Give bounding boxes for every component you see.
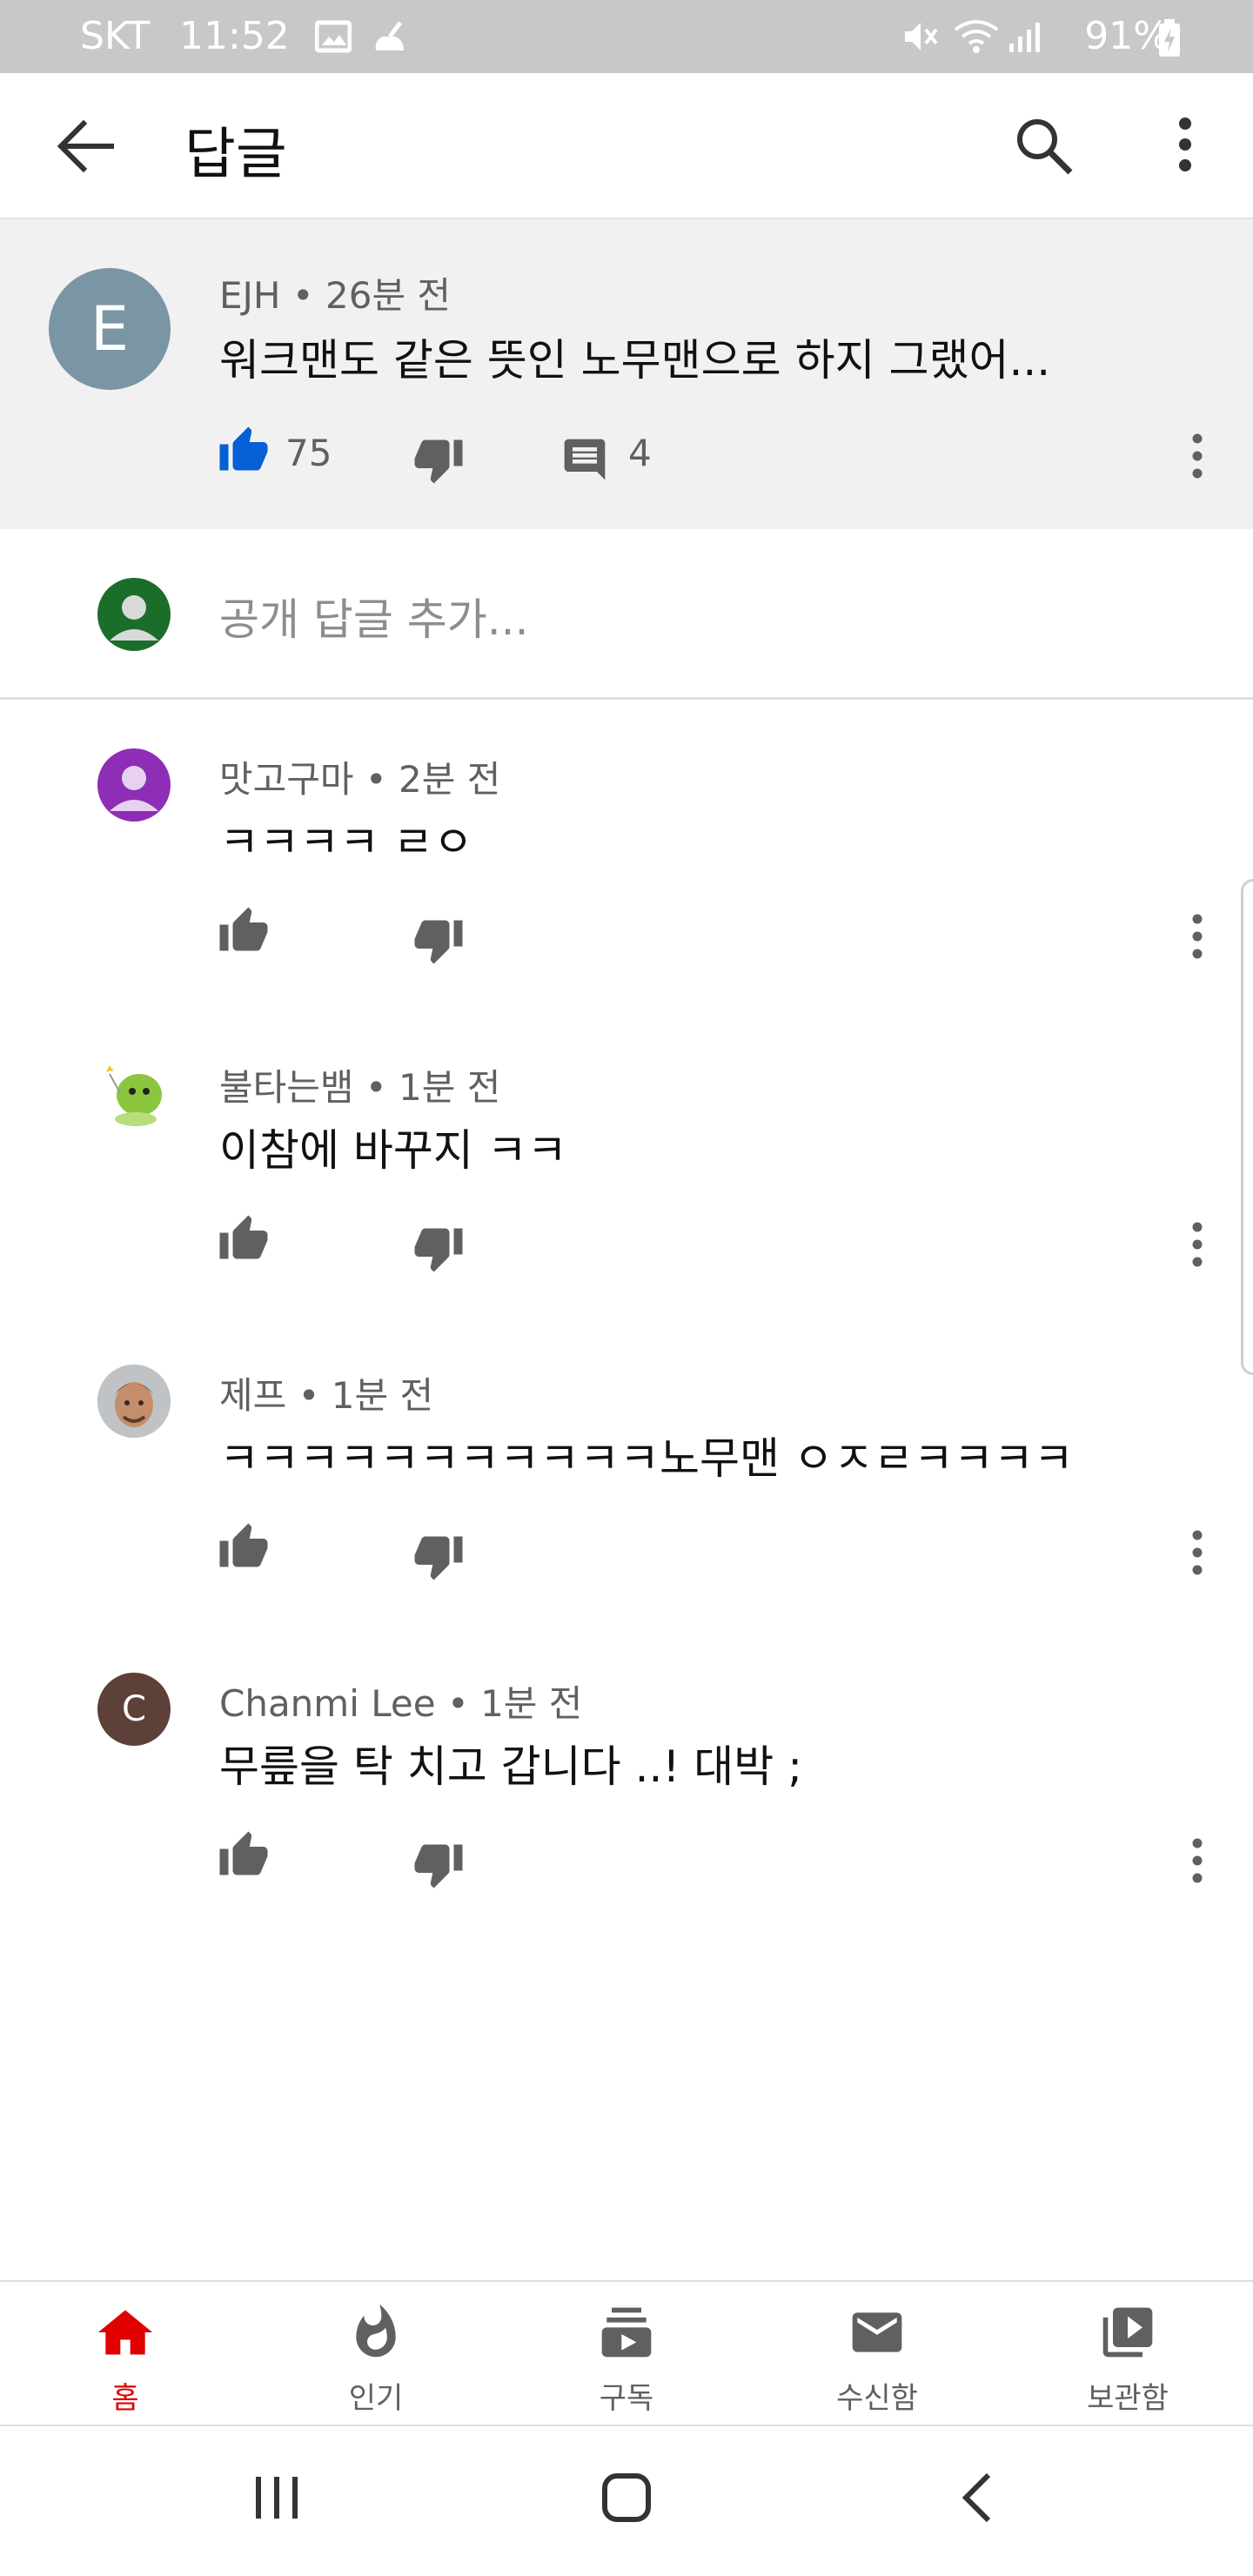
add-reply-row: 공개 답글 추가... bbox=[0, 529, 1253, 700]
cleaner-icon bbox=[375, 21, 404, 50]
nav-home[interactable]: 홈 bbox=[0, 2282, 251, 2428]
parent-comment: E EJH • 26분 전 워크맨도 같은 뜻인 노무맨으로 하지 그랬어...… bbox=[0, 219, 1253, 529]
comment-more-icon[interactable] bbox=[1180, 428, 1215, 484]
default-user-icon bbox=[110, 766, 158, 811]
author-name[interactable]: EJH bbox=[219, 274, 281, 317]
nav-label: 홈 bbox=[111, 2381, 139, 2416]
avatar[interactable] bbox=[97, 748, 171, 822]
scrollbar[interactable] bbox=[1241, 879, 1253, 1375]
carrier-label: SKT bbox=[80, 14, 151, 58]
status-time: 11:52 bbox=[179, 14, 290, 58]
green-cartoon-avatar-icon bbox=[106, 1065, 162, 1126]
dislike-icon[interactable] bbox=[412, 1222, 465, 1274]
my-avatar bbox=[97, 578, 171, 651]
comment-text: ㅋㅋㅋㅋㅋㅋㅋㅋㅋㅋㅋ노무맨 ㅇㅈㄹㅋㅋㅋㅋ bbox=[219, 1433, 1074, 1484]
list-item: 제프 • 1분 전 ㅋㅋㅋㅋㅋㅋㅋㅋㅋㅋㅋ노무맨 ㅇㅈㄹㅋㅋㅋㅋ bbox=[0, 1316, 1253, 1624]
recent-apps-icon[interactable] bbox=[252, 2472, 301, 2524]
gallery-icon bbox=[315, 20, 352, 53]
subscriptions-icon bbox=[601, 2307, 652, 2358]
comment-meta: 불타는뱀 • 1분 전 bbox=[219, 1058, 500, 1111]
like-icon[interactable] bbox=[218, 1829, 270, 1882]
comment-text: 워크맨도 같은 뜻인 노무맨으로 하지 그랬어... bbox=[219, 335, 1051, 386]
nav-library[interactable]: 보관함 bbox=[1002, 2282, 1253, 2428]
meta-separator: • bbox=[291, 274, 325, 317]
comment-time: 1분 전 bbox=[331, 1374, 434, 1417]
comment-text: ㅋㅋㅋㅋ ㄹㅇ bbox=[219, 817, 473, 868]
author-name[interactable]: 제프 bbox=[219, 1374, 286, 1417]
battery-charging-icon bbox=[1159, 19, 1180, 57]
meta-separator: • bbox=[446, 1682, 481, 1725]
nav-inbox[interactable]: 수신함 bbox=[752, 2282, 1002, 2428]
back-arrow-icon[interactable] bbox=[56, 118, 115, 174]
avatar[interactable]: C bbox=[97, 1673, 171, 1746]
nav-trending[interactable]: 인기 bbox=[251, 2282, 501, 2428]
nav-label: 수신함 bbox=[836, 2381, 918, 2416]
reply-input[interactable]: 공개 답글 추가... bbox=[219, 585, 528, 647]
comment-more-icon[interactable] bbox=[1180, 909, 1215, 964]
comment-meta: EJH • 26분 전 bbox=[219, 266, 451, 319]
avatar[interactable] bbox=[97, 1365, 171, 1438]
comment-more-icon[interactable] bbox=[1180, 1217, 1215, 1272]
nav-label: 인기 bbox=[348, 2381, 404, 2416]
inbox-icon bbox=[852, 2312, 902, 2352]
wifi-icon bbox=[954, 20, 999, 53]
nav-subscriptions[interactable]: 구독 bbox=[501, 2282, 752, 2428]
system-back-icon[interactable] bbox=[957, 2472, 995, 2524]
comment-meta: Chanmi Lee • 1분 전 bbox=[219, 1674, 582, 1727]
list-item: 맛고구마 • 2분 전 ㅋㅋㅋㅋ ㄹㅇ bbox=[0, 700, 1253, 1008]
more-vert-icon[interactable] bbox=[1166, 113, 1204, 176]
home-button-icon[interactable] bbox=[600, 2472, 653, 2524]
author-name[interactable]: Chanmi Lee bbox=[219, 1682, 436, 1725]
like-icon[interactable] bbox=[218, 1213, 270, 1265]
like-filled-icon[interactable] bbox=[218, 425, 270, 477]
comment-time: 26분 전 bbox=[325, 274, 452, 317]
comment-more-icon[interactable] bbox=[1180, 1525, 1215, 1580]
app-bar: 답글 bbox=[0, 73, 1253, 219]
nav-label: 구독 bbox=[599, 2381, 654, 2416]
list-item: C Chanmi Lee • 1분 전 무릎을 탁 치고 갑니다 ..! 대박 … bbox=[0, 1624, 1253, 1932]
list-item: 불타는뱀 • 1분 전 이참에 바꾸지 ㅋㅋ bbox=[0, 1008, 1253, 1316]
comment-meta: 맛고구마 • 2분 전 bbox=[219, 750, 500, 803]
page-title: 답글 bbox=[184, 123, 287, 187]
author-name[interactable]: 맛고구마 bbox=[219, 758, 354, 801]
like-icon[interactable] bbox=[218, 905, 270, 957]
dislike-icon[interactable] bbox=[412, 1838, 465, 1890]
avatar[interactable]: E bbox=[49, 268, 171, 390]
nav-label: 보관함 bbox=[1087, 2381, 1169, 2416]
dislike-icon[interactable] bbox=[412, 1530, 465, 1582]
signal-icon bbox=[1009, 23, 1040, 52]
dislike-icon[interactable] bbox=[412, 433, 465, 486]
like-icon[interactable] bbox=[218, 1521, 270, 1573]
like-count: 75 bbox=[285, 432, 332, 474]
comment-text: 이참에 바꾸지 ㅋㅋ bbox=[219, 1125, 567, 1176]
photo-avatar-icon bbox=[97, 1365, 171, 1438]
home-icon bbox=[97, 2310, 153, 2355]
meta-separator: • bbox=[365, 758, 399, 801]
comment-more-icon[interactable] bbox=[1180, 1833, 1215, 1888]
reply-count: 4 bbox=[628, 432, 652, 474]
comment-text: 무릎을 탁 치고 갑니다 ..! 대박 ; bbox=[219, 1741, 803, 1792]
mute-icon bbox=[905, 23, 938, 50]
dislike-icon[interactable] bbox=[412, 914, 465, 966]
trending-icon bbox=[356, 2304, 396, 2358]
meta-separator: • bbox=[298, 1374, 332, 1417]
comment-time: 1분 전 bbox=[399, 1066, 501, 1109]
avatar[interactable] bbox=[97, 1057, 171, 1130]
meta-separator: • bbox=[365, 1066, 399, 1109]
comment-time: 1분 전 bbox=[480, 1682, 583, 1725]
default-user-icon bbox=[110, 595, 158, 641]
youtube-replies-screen: SKT 11:52 91% 답글 E EJH • 26분 전 워크맨도 같은 뜻… bbox=[0, 0, 1253, 2576]
reply-comment-icon[interactable] bbox=[560, 435, 609, 484]
author-name[interactable]: 불타는뱀 bbox=[219, 1066, 354, 1109]
system-nav-bar bbox=[0, 2426, 1253, 2576]
comment-meta: 제프 • 1분 전 bbox=[219, 1366, 433, 1419]
library-icon bbox=[1102, 2307, 1153, 2358]
search-icon[interactable] bbox=[1013, 115, 1075, 178]
bottom-nav: 홈 인기 구독 수신함 보관함 bbox=[0, 2280, 1253, 2426]
comment-time: 2분 전 bbox=[399, 758, 501, 801]
status-bar: SKT 11:52 91% bbox=[0, 0, 1253, 73]
